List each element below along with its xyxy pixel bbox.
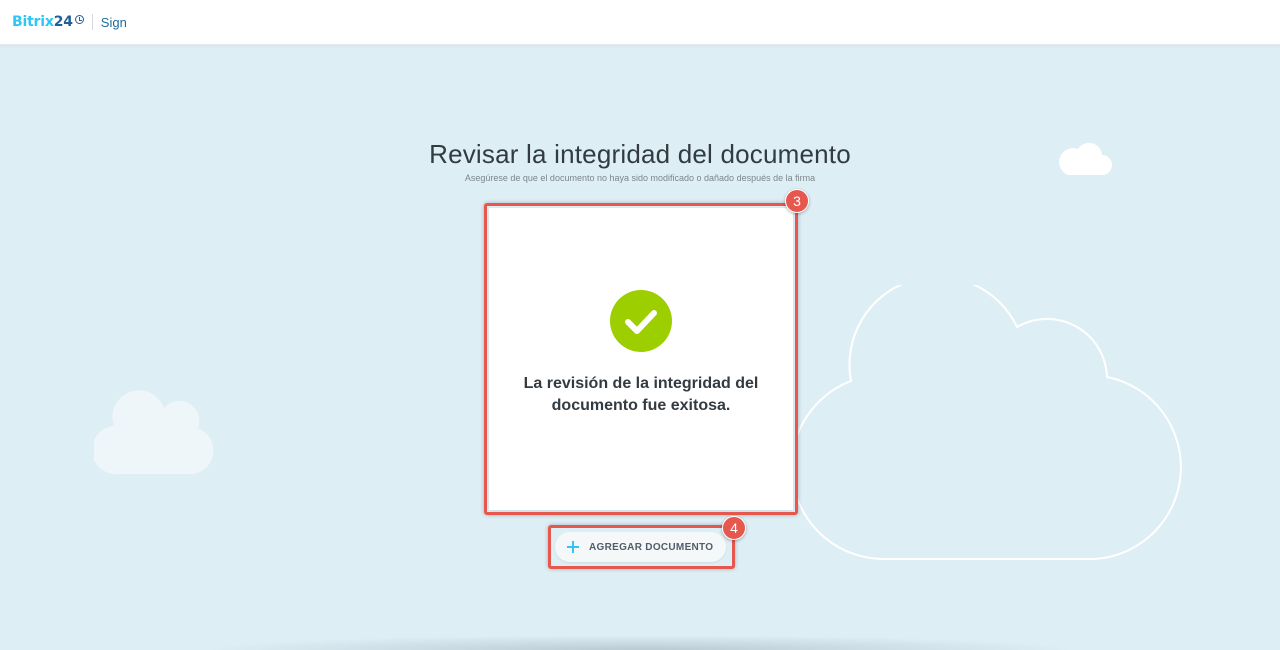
step-badge-3: 3	[785, 189, 809, 213]
page-subtitle: Asegúrese de que el documento no haya si…	[464, 173, 816, 183]
annotation-highlight-button	[548, 525, 735, 569]
product-name[interactable]: Sign	[101, 15, 127, 30]
bottom-shadow	[200, 635, 1080, 650]
logo-text-24: 24	[53, 14, 73, 30]
clock-icon	[74, 15, 84, 24]
page-title: Revisar la integridad del documento	[429, 139, 851, 169]
bitrix24-logo[interactable]: Bitrix 24	[12, 14, 84, 30]
step-badge-4: 4	[722, 516, 746, 540]
header-divider	[91, 14, 93, 30]
logo-text-bitrix: Bitrix	[12, 14, 54, 30]
annotation-highlight-card	[484, 203, 798, 515]
cloud-outline-decoration	[795, 285, 1182, 561]
top-bar: Bitrix 24 Sign	[0, 0, 1280, 45]
main-area: Revisar la integridad del documento Aseg…	[0, 45, 1280, 650]
cloud-decoration-left	[94, 390, 214, 475]
